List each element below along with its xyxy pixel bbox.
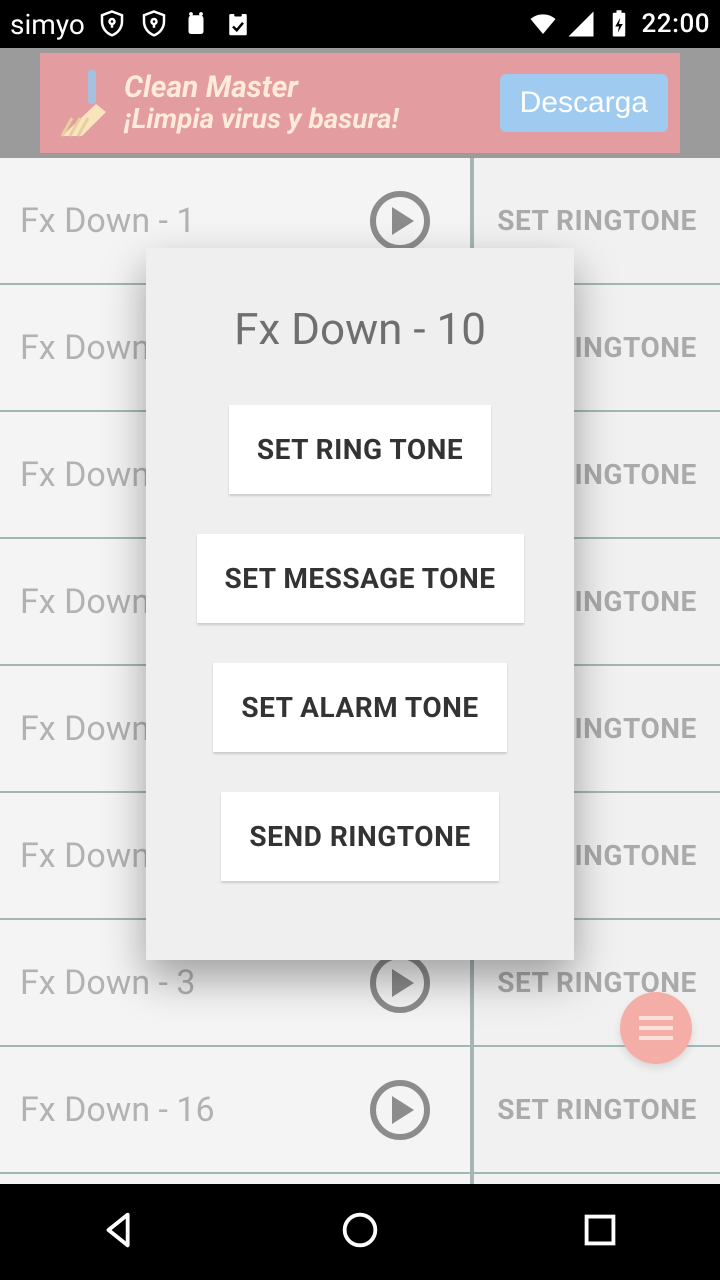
home-icon[interactable] [337, 1207, 383, 1257]
wifi-icon [528, 9, 558, 39]
send-ringtone-button[interactable]: SEND RINGTONE [221, 792, 498, 881]
signal-icon [566, 9, 596, 39]
clipboard-icon [223, 9, 253, 39]
set-ring-tone-button[interactable]: SET RING TONE [229, 405, 491, 494]
clock: 22:00 [642, 9, 710, 39]
shield-icon [139, 9, 169, 39]
ringtone-options-dialog: Fx Down - 10 SET RING TONE SET MESSAGE T… [146, 248, 574, 960]
back-icon[interactable] [97, 1207, 143, 1257]
recents-icon[interactable] [577, 1207, 623, 1257]
battery-charging-icon [604, 9, 634, 39]
navigation-bar [0, 1184, 720, 1280]
set-alarm-tone-button[interactable]: SET ALARM TONE [213, 663, 506, 752]
dialog-title: Fx Down - 10 [234, 303, 486, 355]
set-message-tone-button[interactable]: SET MESSAGE TONE [197, 534, 524, 623]
carrier-label: simyo [10, 8, 85, 41]
status-bar: simyo 22:00 [0, 0, 720, 48]
android-icon [181, 9, 211, 39]
shield-icon [97, 9, 127, 39]
